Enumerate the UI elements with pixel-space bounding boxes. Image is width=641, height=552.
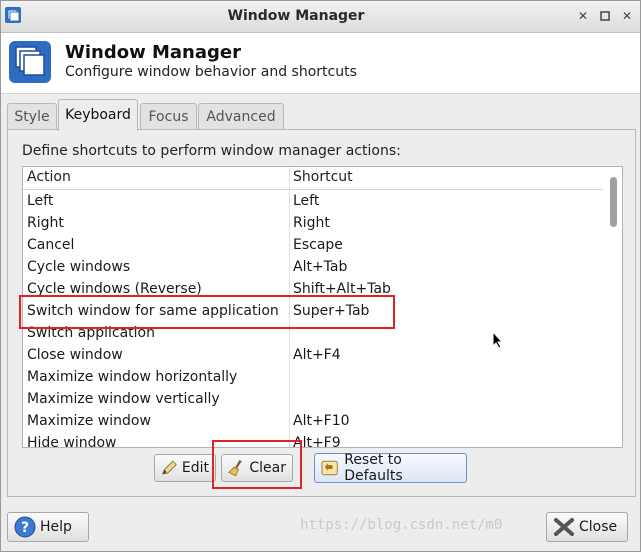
table-row[interactable]: Close window Alt+F4 xyxy=(23,345,603,367)
clear-label: Clear xyxy=(249,460,286,476)
shortcut-list[interactable]: Action Shortcut Left Left Right Right Canc… xyxy=(22,166,623,448)
help-label: Help xyxy=(40,519,72,535)
list-scrollbar[interactable] xyxy=(605,167,622,447)
edit-button[interactable]: Edit xyxy=(154,454,216,482)
action-cell: Maximize window vertically xyxy=(27,391,220,407)
watermark: https://blog.csdn.net/m0 xyxy=(300,517,503,533)
shortcut-cell: Shift+Alt+Tab xyxy=(293,281,391,297)
clear-button[interactable]: Clear xyxy=(221,454,293,482)
dialog-header: Window Manager Configure window behavior… xyxy=(1,33,640,94)
table-row[interactable]: Cycle windows Alt+Tab xyxy=(23,257,603,279)
shortcut-cell: Super+Tab xyxy=(293,303,370,319)
table-row[interactable]: Maximize window horizontally xyxy=(23,367,603,389)
shortcut-cell: Alt+F4 xyxy=(293,347,341,363)
scroll-thumb[interactable] xyxy=(610,177,617,227)
table-row[interactable]: Cancel Escape xyxy=(23,235,603,257)
edit-label: Edit xyxy=(181,460,209,476)
column-action[interactable]: Action xyxy=(27,169,71,185)
action-cell: Switch application xyxy=(27,325,155,341)
table-row[interactable]: Switch application xyxy=(23,323,603,345)
shortcut-cell: Escape xyxy=(293,237,343,253)
maximize-icon[interactable] xyxy=(597,8,613,24)
header-title: Window Manager xyxy=(65,42,241,63)
table-row[interactable]: Cycle windows (Reverse) Shift+Alt+Tab xyxy=(23,279,603,301)
broom-icon xyxy=(228,460,242,477)
svg-text:?: ? xyxy=(21,520,29,536)
action-cell: Maximize window horizontally xyxy=(27,369,238,385)
tab-keyboard[interactable]: Keyboard xyxy=(58,99,138,131)
window-title: Window Manager xyxy=(227,8,365,24)
reset-defaults-button[interactable]: Reset to Defaults xyxy=(314,452,467,484)
shortcut-cell: Alt+F9 xyxy=(293,435,341,448)
reset-label: Reset to Defaults xyxy=(344,452,403,484)
table-row[interactable]: Maximize window Alt+F10 xyxy=(23,411,603,433)
action-cell: Maximize window xyxy=(27,413,151,429)
action-cell: Hide window xyxy=(27,435,117,448)
mouse-cursor-icon xyxy=(492,331,504,349)
window-manager-dialog: Window Manager ✕ ✕ Window Manager Config… xyxy=(0,0,641,552)
table-row[interactable]: Maximize window vertically xyxy=(23,389,603,411)
list-header: Action Shortcut xyxy=(23,167,603,190)
shortcuts-description: Define shortcuts to perform window manag… xyxy=(22,143,401,159)
table-row[interactable]: Switch window for same application Super+… xyxy=(23,301,603,323)
shortcut-cell: Right xyxy=(293,215,330,231)
minimize-icon[interactable]: ✕ xyxy=(575,8,591,24)
table-row[interactable]: Hide window Alt+F9 xyxy=(23,433,603,448)
action-cell: Left xyxy=(27,193,54,209)
shortcut-cell: Alt+F10 xyxy=(293,413,350,429)
close-button[interactable]: Close xyxy=(546,512,628,542)
action-cell: Cancel xyxy=(27,237,75,253)
revert-icon xyxy=(321,460,338,476)
keyboard-panel: Define shortcuts to perform window manag… xyxy=(7,129,636,497)
column-shortcut[interactable]: Shortcut xyxy=(293,169,353,185)
action-cell: Right xyxy=(27,215,64,231)
tab-advanced[interactable]: Advanced xyxy=(198,103,284,130)
action-cell: Cycle windows xyxy=(27,259,131,275)
help-button[interactable]: ? Help xyxy=(7,512,89,542)
close-icon[interactable]: ✕ xyxy=(619,8,635,24)
help-icon: ? xyxy=(14,516,36,538)
table-row[interactable]: Left Left xyxy=(23,191,603,213)
action-cell: Switch window for same application xyxy=(27,303,279,319)
action-cell: Cycle windows (Reverse) xyxy=(27,281,202,297)
pencil-icon xyxy=(162,460,177,475)
shortcut-cell: Left xyxy=(293,193,320,209)
shortcut-cell: Alt+Tab xyxy=(293,259,348,275)
table-row[interactable]: Right Right xyxy=(23,213,603,235)
window-manager-icon xyxy=(9,41,51,83)
close-x-icon xyxy=(554,518,574,536)
tab-style[interactable]: Style xyxy=(7,103,57,130)
header-subtitle: Configure window behavior and shortcuts xyxy=(65,64,357,80)
tab-focus[interactable]: Focus xyxy=(140,103,197,130)
close-label: Close xyxy=(579,519,618,535)
title-bar[interactable]: Window Manager ✕ ✕ xyxy=(1,1,640,33)
action-cell: Close window xyxy=(27,347,123,363)
